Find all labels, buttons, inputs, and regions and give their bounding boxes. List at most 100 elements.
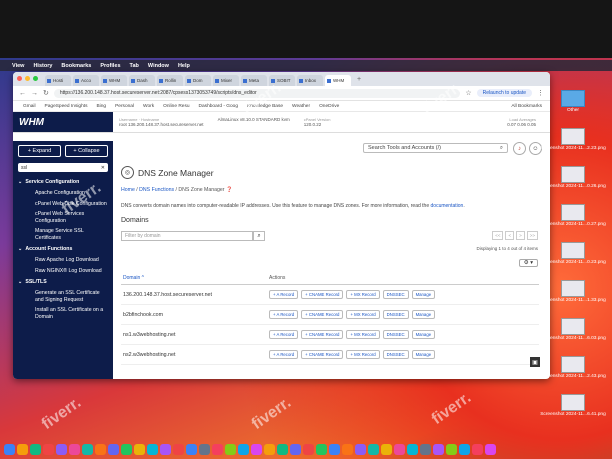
sidebar-item[interactable]: Manage Service SSL Certificates: [13, 226, 113, 243]
sidebar-item[interactable]: Raw Apache Log Download: [13, 255, 113, 266]
dock-app-icon[interactable]: [459, 444, 470, 455]
clear-icon[interactable]: ✕: [101, 165, 105, 171]
dock-app-icon[interactable]: [407, 444, 418, 455]
manage-button[interactable]: Manage: [411, 330, 436, 339]
dock-app-icon[interactable]: [420, 444, 431, 455]
all-bookmarks-button[interactable]: All Bookmarks: [511, 104, 542, 109]
close-window-button[interactable]: [17, 76, 22, 81]
add-a-record-button[interactable]: + A Record: [269, 290, 299, 299]
dock-app-icon[interactable]: [394, 444, 405, 455]
dock-app-icon[interactable]: [316, 444, 327, 455]
dock-app-icon[interactable]: [147, 444, 158, 455]
bookmark-item[interactable]: Weather: [292, 104, 310, 109]
collapse-button[interactable]: + Collapse: [65, 145, 108, 157]
dnssec-button[interactable]: DNSSEC: [382, 330, 409, 339]
browser-tab[interactable]: WHM: [101, 75, 127, 86]
add-a-record-button[interactable]: + A Record: [269, 350, 299, 359]
menu-help[interactable]: Help: [178, 63, 190, 69]
bookmark-item[interactable]: OneDrive: [319, 104, 339, 109]
first-page-button[interactable]: <<: [492, 231, 504, 240]
browser-tab[interactable]: Acco: [73, 75, 99, 86]
documentation-link[interactable]: documentation: [431, 203, 464, 209]
bookmark-item[interactable]: Knowledge Base: [247, 104, 283, 109]
bookmark-item[interactable]: Gmail: [23, 104, 36, 109]
dock-app-icon[interactable]: [264, 444, 275, 455]
browser-tab-active[interactable]: WHM: [325, 75, 351, 86]
dock-app-icon[interactable]: [433, 444, 444, 455]
forward-arrow-icon[interactable]: →: [31, 90, 38, 97]
new-tab-icon[interactable]: +: [357, 76, 361, 83]
dock-app-icon[interactable]: [4, 444, 15, 455]
desktop-file-icon[interactable]: Screenshot 2024-11...2.23.png: [540, 128, 606, 152]
url-field[interactable]: https://136.200.148.37.host.secureserver…: [53, 88, 461, 98]
breadcrumb-dns-functions[interactable]: DNS Functions: [139, 187, 174, 193]
dock-app-icon[interactable]: [238, 444, 249, 455]
whm-logo[interactable]: WHM: [13, 112, 113, 132]
dock-app-icon[interactable]: [485, 444, 496, 455]
browser-tab[interactable]: SOBIT: [269, 75, 295, 86]
prev-page-button[interactable]: <: [505, 231, 515, 240]
manage-button[interactable]: Manage: [411, 310, 436, 319]
desktop-file-icon[interactable]: Screenshot 2024-11...0.23.png: [540, 242, 606, 266]
menu-tab[interactable]: Tab: [130, 63, 139, 69]
desktop-file-icon[interactable]: Screenshot 2024-11...6.03.png: [540, 318, 606, 342]
dnssec-button[interactable]: DNSSEC: [382, 350, 409, 359]
dnssec-button[interactable]: DNSSEC: [382, 290, 409, 299]
dock-app-icon[interactable]: [95, 444, 106, 455]
dock-app-icon[interactable]: [355, 444, 366, 455]
dock-app-icon[interactable]: [108, 444, 119, 455]
bell-icon[interactable]: ♪: [513, 142, 526, 155]
dock-app-icon[interactable]: [381, 444, 392, 455]
sidebar-item[interactable]: cPanel Web Disk Configuration: [13, 199, 113, 210]
dock-app-icon[interactable]: [43, 444, 54, 455]
breadcrumb-home[interactable]: Home: [121, 187, 135, 193]
dock-app-icon[interactable]: [472, 444, 483, 455]
browser-tab[interactable]: Hosti: [45, 75, 71, 86]
reload-icon[interactable]: ↻: [43, 89, 49, 97]
dock-app-icon[interactable]: [342, 444, 353, 455]
bookmark-star-icon[interactable]: ☆: [465, 89, 471, 97]
dock-app-icon[interactable]: [277, 444, 288, 455]
dock-app-icon[interactable]: [186, 444, 197, 455]
sidebar-search-input[interactable]: ssl ✕: [18, 163, 108, 172]
desktop-file-icon[interactable]: Screenshot 2024-11...2.43.png: [540, 356, 606, 380]
browser-tab[interactable]: Rollin: [157, 75, 183, 86]
desktop-file-icon[interactable]: Other: [540, 90, 606, 114]
menu-window[interactable]: Window: [148, 63, 169, 69]
browser-tab[interactable]: Dom: [185, 75, 211, 86]
bookmark-item[interactable]: Personal: [115, 104, 134, 109]
browser-tab[interactable]: Inbox: [297, 75, 323, 86]
bookmark-item[interactable]: Online Resu: [163, 104, 189, 109]
menu-history[interactable]: History: [33, 63, 52, 69]
bookmark-item[interactable]: Work: [143, 104, 154, 109]
add-mx-record-button[interactable]: + MX Record: [346, 350, 380, 359]
add-cname-record-button[interactable]: + CNAME Record: [301, 350, 344, 359]
add-a-record-button[interactable]: + A Record: [269, 330, 299, 339]
gear-icon[interactable]: ⚙ ▾: [518, 259, 538, 267]
dock-app-icon[interactable]: [121, 444, 132, 455]
dock-app-icon[interactable]: [30, 444, 41, 455]
desktop-file-icon[interactable]: Screenshot 2024-11...6.41.png: [540, 394, 606, 418]
dnssec-button[interactable]: DNSSEC: [382, 310, 409, 319]
add-cname-record-button[interactable]: + CNAME Record: [301, 330, 344, 339]
dock-app-icon[interactable]: [225, 444, 236, 455]
help-icon[interactable]: ❓: [226, 187, 232, 193]
dock-app-icon[interactable]: [251, 444, 262, 455]
search-icon[interactable]: ⌕: [253, 231, 265, 241]
search-tools-input[interactable]: Search Tools and Accounts (/) ⌕: [363, 143, 508, 153]
dock-app-icon[interactable]: [446, 444, 457, 455]
back-arrow-icon[interactable]: ←: [19, 90, 26, 97]
relaunch-button[interactable]: Relaunch to update: [476, 89, 532, 97]
dock-app-icon[interactable]: [368, 444, 379, 455]
sidebar-item[interactable]: Apache Configuration: [13, 188, 113, 199]
desktop-file-icon[interactable]: Screenshot 2024-11...0.27.png: [540, 204, 606, 228]
menu-profiles[interactable]: Profiles: [100, 63, 120, 69]
dock-app-icon[interactable]: [17, 444, 28, 455]
dock-app-icon[interactable]: [199, 444, 210, 455]
manage-button[interactable]: Manage: [411, 350, 436, 359]
add-mx-record-button[interactable]: + MX Record: [346, 330, 380, 339]
dock-app-icon[interactable]: [173, 444, 184, 455]
minimize-window-button[interactable]: [25, 76, 30, 81]
desktop-file-icon[interactable]: Screenshot 2024-11...1.33.png: [540, 280, 606, 304]
bookmark-item[interactable]: PageSpeed Insights: [45, 104, 88, 109]
